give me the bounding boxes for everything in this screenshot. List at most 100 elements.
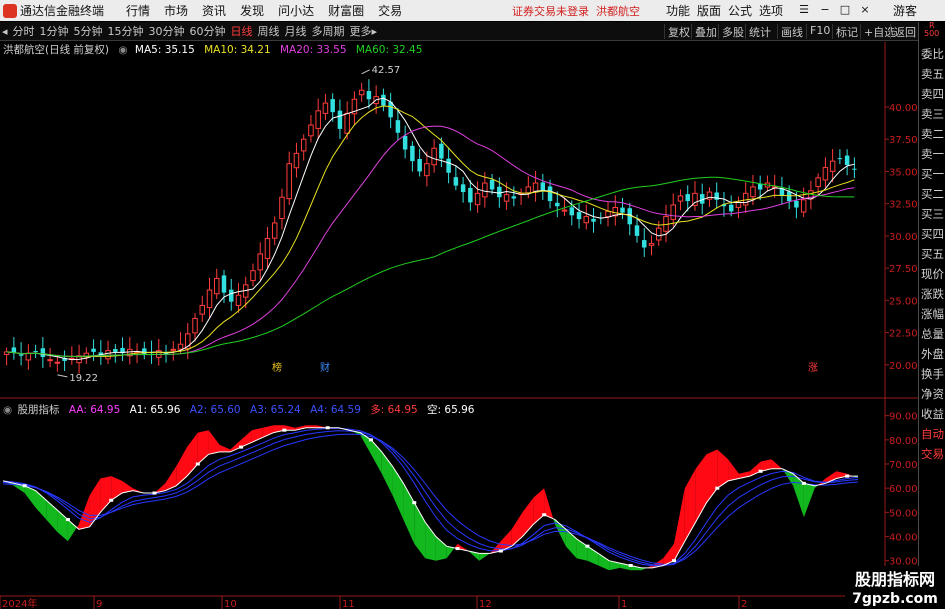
candle-body-up <box>750 186 756 198</box>
menu-item-formula[interactable]: 公式 <box>728 2 752 19</box>
side-tab-8[interactable]: 买三 <box>921 204 945 224</box>
side-tab-6[interactable]: 买一 <box>921 164 945 184</box>
side-tab-10[interactable]: 买五 <box>921 244 945 264</box>
side-tab-0[interactable]: 委比 <box>921 44 945 64</box>
maximize-icon[interactable]: □ <box>838 2 852 18</box>
overlay-button[interactable]: 叠加 <box>691 24 717 39</box>
tab-more[interactable]: 更多▸ <box>350 23 378 39</box>
app-title: 通达信金融终端 <box>20 4 105 18</box>
svg-text:7gpzb.com: 7gpzb.com <box>852 591 938 607</box>
side-tab-16[interactable]: 换手 <box>921 364 945 384</box>
tab-weekly[interactable]: 周线 <box>258 23 280 39</box>
candle-body-down <box>460 184 466 193</box>
tab-daily[interactable]: 日线 <box>231 23 253 39</box>
price-chart[interactable]: 42.57 19.22 40.00 37.50 35.00 32.50 30.00 27.5… <box>0 42 918 609</box>
skin-icon[interactable]: ☰ <box>797 2 811 18</box>
candle-body-up <box>293 152 300 169</box>
candle-body-up <box>47 359 53 362</box>
side-tab-13[interactable]: 涨幅 <box>921 304 945 324</box>
candle-body-up <box>25 352 32 361</box>
menu-item-quotes[interactable]: 行情 <box>126 2 150 19</box>
side-tab-4[interactable]: 卖二 <box>921 124 945 144</box>
menu-item-news[interactable]: 资讯 <box>202 2 226 19</box>
user-label[interactable]: 游客 <box>893 2 917 19</box>
bull-fill <box>208 430 220 455</box>
candle-body-down <box>40 348 46 358</box>
a1-marker <box>542 513 547 517</box>
side-tab-1[interactable]: 卖五 <box>921 64 945 84</box>
time-tick-label: 10 <box>224 599 237 609</box>
candle-body-down <box>540 182 546 191</box>
candle-body-down <box>33 350 38 352</box>
bull-fill <box>771 459 783 469</box>
candle-body-up <box>532 182 539 192</box>
side-tab-12[interactable]: 涨跌 <box>921 284 945 304</box>
left-arrow-icon[interactable]: ◂ <box>2 25 8 38</box>
tab-5min[interactable]: 5分钟 <box>74 23 103 39</box>
menu-item-market[interactable]: 市场 <box>164 2 188 19</box>
bear-fill <box>793 473 804 518</box>
f10-button[interactable]: F10 <box>806 24 830 39</box>
tab-monthly[interactable]: 月线 <box>285 23 307 39</box>
menu-item-wealth[interactable]: 财富圈 <box>328 2 364 19</box>
ma10-line <box>6 105 855 358</box>
side-tab-5[interactable]: 卖一 <box>921 144 945 164</box>
side-tab-19[interactable]: 自动 <box>921 424 945 444</box>
login-notice[interactable]: 证券交易未登录 洪都航空 <box>512 3 640 19</box>
tab-60min[interactable]: 60分钟 <box>190 23 226 39</box>
candle-body-up <box>54 361 61 364</box>
candle-body-down <box>786 191 792 202</box>
minimize-icon[interactable]: − <box>818 2 832 18</box>
candle-body-down <box>402 135 408 150</box>
candle-body-down <box>439 143 444 159</box>
candle-body-down <box>337 110 343 129</box>
side-tab-14[interactable]: 总量 <box>921 324 945 344</box>
candle-body-up <box>300 138 307 152</box>
candle-body-down <box>330 99 335 113</box>
bear-fill <box>803 483 815 518</box>
menu-item-discover[interactable]: 发现 <box>240 2 264 19</box>
candle-body-down <box>620 207 625 213</box>
close-icon[interactable]: × <box>858 2 872 18</box>
candle-body-up <box>655 227 662 241</box>
side-tab-7[interactable]: 买二 <box>921 184 945 204</box>
candle-body-down <box>489 179 495 190</box>
side-tab-9[interactable]: 买四 <box>921 224 945 244</box>
tab-multi-period[interactable]: 多周期 <box>312 23 345 39</box>
candle-body-up <box>322 102 329 114</box>
statistics-button[interactable]: 统计 <box>745 24 771 39</box>
back-button[interactable]: 返回 <box>890 24 916 39</box>
draw-line-button[interactable]: 画线 <box>777 24 803 39</box>
side-tab-17[interactable]: 净资 <box>921 384 945 404</box>
tab-1min[interactable]: 1分钟 <box>40 23 69 39</box>
tab-15min[interactable]: 15分钟 <box>108 23 144 39</box>
candle-body-up <box>800 199 807 213</box>
a1-marker <box>758 469 763 473</box>
restore-rights-button[interactable]: 复权 <box>664 24 690 39</box>
price-tick-label: 27.50 <box>889 264 918 275</box>
low-price-label: 19.22 <box>69 373 98 384</box>
tab-30min[interactable]: 30分钟 <box>149 23 185 39</box>
candle-body-up <box>105 350 111 360</box>
multi-stock-button[interactable]: 多股 <box>718 24 744 39</box>
tab-minute[interactable]: 分时 <box>13 23 35 39</box>
menu-item-function[interactable]: 功能 <box>666 2 690 19</box>
candle-body-up <box>648 243 655 246</box>
side-tab-20[interactable]: 交易 <box>921 444 945 464</box>
side-tab-15[interactable]: 外盘 <box>921 344 945 364</box>
menu-item-trade[interactable]: 交易 <box>378 2 402 19</box>
menu-item-ask[interactable]: 问小达 <box>278 2 314 19</box>
time-tick-label: 2024年 <box>2 597 37 609</box>
menu-item-layout[interactable]: 版面 <box>697 2 721 19</box>
bear-fill <box>24 485 36 508</box>
side-tab-2[interactable]: 卖四 <box>921 84 945 104</box>
sub-tick-label: 50.00 <box>889 508 918 519</box>
side-tab-11[interactable]: 现价 <box>921 264 945 284</box>
candle-body-up <box>271 222 278 239</box>
side-tab-3[interactable]: 卖三 <box>921 104 945 124</box>
candle-body-up <box>286 163 292 200</box>
candle-body-down <box>511 196 517 199</box>
menu-item-options[interactable]: 选项 <box>759 2 783 19</box>
side-tab-18[interactable]: 收益 <box>921 404 945 424</box>
mark-button[interactable]: 标记 <box>832 24 858 39</box>
